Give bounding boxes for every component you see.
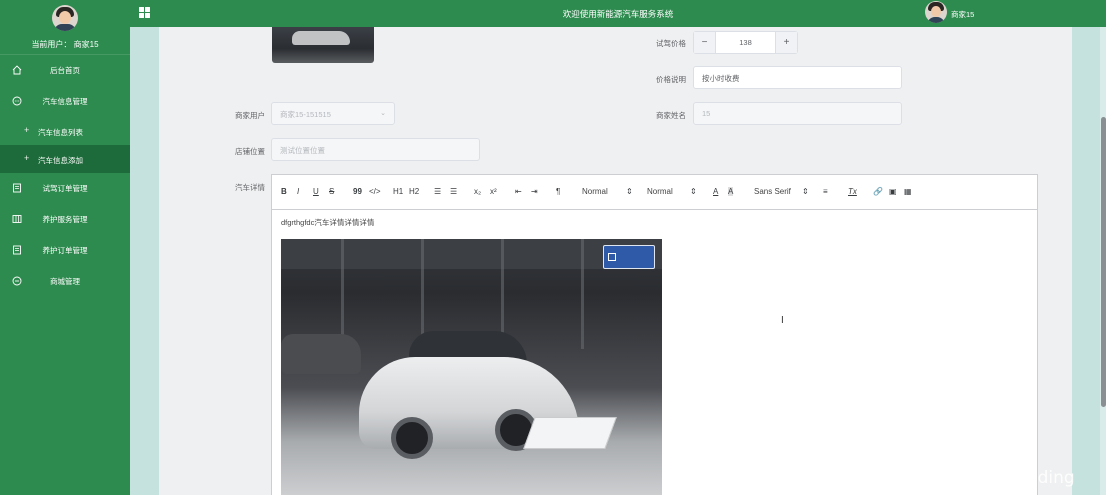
blockquote-button[interactable]: 99 [353, 187, 362, 196]
main-content: 试驾价格 − 138 + 价格说明 按小时收费 商家用户 商家15-151515… [159, 27, 1072, 495]
store-location-label: 店铺位置 [235, 147, 265, 156]
merchant-user-value: 商家15-151515 [280, 110, 331, 119]
strike-button[interactable]: S [329, 187, 334, 196]
indent-button[interactable]: ⇥ [531, 187, 538, 196]
video-button[interactable]: ▦ [904, 187, 912, 196]
underline-button[interactable]: U [313, 187, 319, 196]
clean-format-button[interactable]: Tx [848, 187, 857, 196]
font-select[interactable]: Sans Serif [754, 187, 791, 196]
link-button[interactable]: 🔗 [873, 187, 883, 196]
code-block-button[interactable]: </> [369, 187, 381, 196]
sidebar-subitem-car-add[interactable]: + 汽车信息添加 [0, 145, 130, 173]
header-select[interactable]: Normal [647, 187, 673, 196]
size-select[interactable]: Normal [582, 187, 608, 196]
exhibition-sign [603, 245, 655, 269]
test-drive-price-label: 试驾价格 [656, 39, 686, 48]
merchant-user-label: 商家用户 [235, 111, 265, 120]
text-direction-button[interactable]: ¶ [556, 187, 560, 196]
align-button[interactable]: ≡ [823, 187, 828, 196]
background-color-button[interactable]: A [728, 187, 734, 196]
plus-icon: + [24, 153, 30, 163]
text-color-button[interactable]: A [713, 187, 718, 196]
sidebar-item-label: 试驾订单管理 [42, 184, 88, 193]
sidebar-item-label: 汽车信息添加 [38, 156, 83, 165]
subscript-button[interactable]: x₂ [474, 187, 481, 196]
sidebar-item-car-info-manage[interactable]: 汽车信息管理 [0, 86, 130, 117]
sidebar-item-label: 汽车信息管理 [42, 97, 88, 106]
car-detail-photo[interactable] [281, 239, 662, 495]
header2-button[interactable]: H2 [409, 187, 419, 196]
top-username: 商家15 [951, 10, 975, 19]
merchant-name-input[interactable]: 15 [693, 102, 902, 125]
image-button[interactable]: ▣ [889, 187, 897, 196]
car-cover-image[interactable] [272, 27, 374, 63]
rich-text-editor[interactable]: B I U S 99 </> H1 H2 ☰ ☰ x₂ x² ⇤ ⇥ ¶ Nor… [271, 174, 1038, 495]
store-location-input[interactable]: 测试位置位置 [271, 138, 480, 161]
top-user-avatar [925, 1, 947, 23]
price-value[interactable]: 138 [716, 38, 775, 47]
editor-toolbar: B I U S 99 </> H1 H2 ☰ ☰ x₂ x² ⇤ ⇥ ¶ Nor… [272, 175, 1037, 210]
sidebar-item-test-drive-orders[interactable]: 试驾订单管理 [0, 173, 130, 204]
plus-icon: + [24, 125, 30, 135]
current-user-label: 当前用户： 商家15 [31, 40, 99, 49]
sidebar: 当前用户： 商家15 后台首页 汽车信息管理 + 汽车信息列表 + 汽车信息添加… [0, 0, 130, 495]
sidebar-item-maintenance-services[interactable]: 养护服务管理 [0, 204, 130, 235]
sidebar-item-home[interactable]: 后台首页 [0, 55, 130, 86]
chevron-updown-icon: ⇕ [690, 187, 697, 196]
sidebar-item-label: 养护订单管理 [42, 246, 88, 255]
watermark: CSDN @花椒coding [913, 468, 1075, 488]
sidebar-item-label: 汽车信息列表 [38, 128, 83, 137]
sidebar-item-label: 养护服务管理 [42, 215, 88, 224]
test-drive-price-stepper: − 138 + [693, 31, 798, 54]
user-avatar [52, 5, 78, 31]
header1-button[interactable]: H1 [393, 187, 403, 196]
merchant-name-label: 商家姓名 [656, 111, 686, 120]
outdent-button[interactable]: ⇤ [515, 187, 522, 196]
editor-body-text[interactable]: dfgrthgfdc汽车详情详情详情 [281, 217, 374, 228]
text-cursor-icon: I [781, 315, 784, 326]
top-bar: 欢迎使用新能源汽车服务系统 商家15 [130, 0, 1106, 27]
decrease-button[interactable]: − [694, 32, 716, 53]
sidebar-item-label: 商城管理 [50, 277, 80, 286]
increase-button[interactable]: + [775, 32, 797, 53]
sidebar-item-label: 后台首页 [50, 66, 80, 75]
chevron-updown-icon: ⇕ [626, 187, 633, 196]
scrollbar-thumb[interactable] [1101, 117, 1106, 407]
chevron-down-icon: ⌄ [380, 110, 386, 117]
price-description-input[interactable]: 按小时收费 [693, 66, 902, 89]
bullet-list-button[interactable]: ☰ [450, 187, 457, 196]
superscript-button[interactable]: x² [490, 187, 497, 196]
sidebar-user-block: 当前用户： 商家15 [0, 0, 130, 55]
merchant-user-select[interactable]: 商家15-151515 ⌄ [271, 102, 395, 125]
ordered-list-button[interactable]: ☰ [434, 187, 441, 196]
car-details-label: 汽车详情 [235, 183, 265, 192]
sidebar-item-mall-manage[interactable]: 商城管理 [0, 266, 130, 297]
italic-button[interactable]: I [297, 187, 299, 196]
sidebar-item-maintenance-orders[interactable]: 养护订单管理 [0, 235, 130, 266]
price-description-label: 价格说明 [656, 75, 686, 84]
sidebar-subitem-car-list[interactable]: + 汽车信息列表 [0, 117, 130, 145]
bold-button[interactable]: B [281, 187, 287, 196]
chevron-updown-icon: ⇕ [802, 187, 809, 196]
